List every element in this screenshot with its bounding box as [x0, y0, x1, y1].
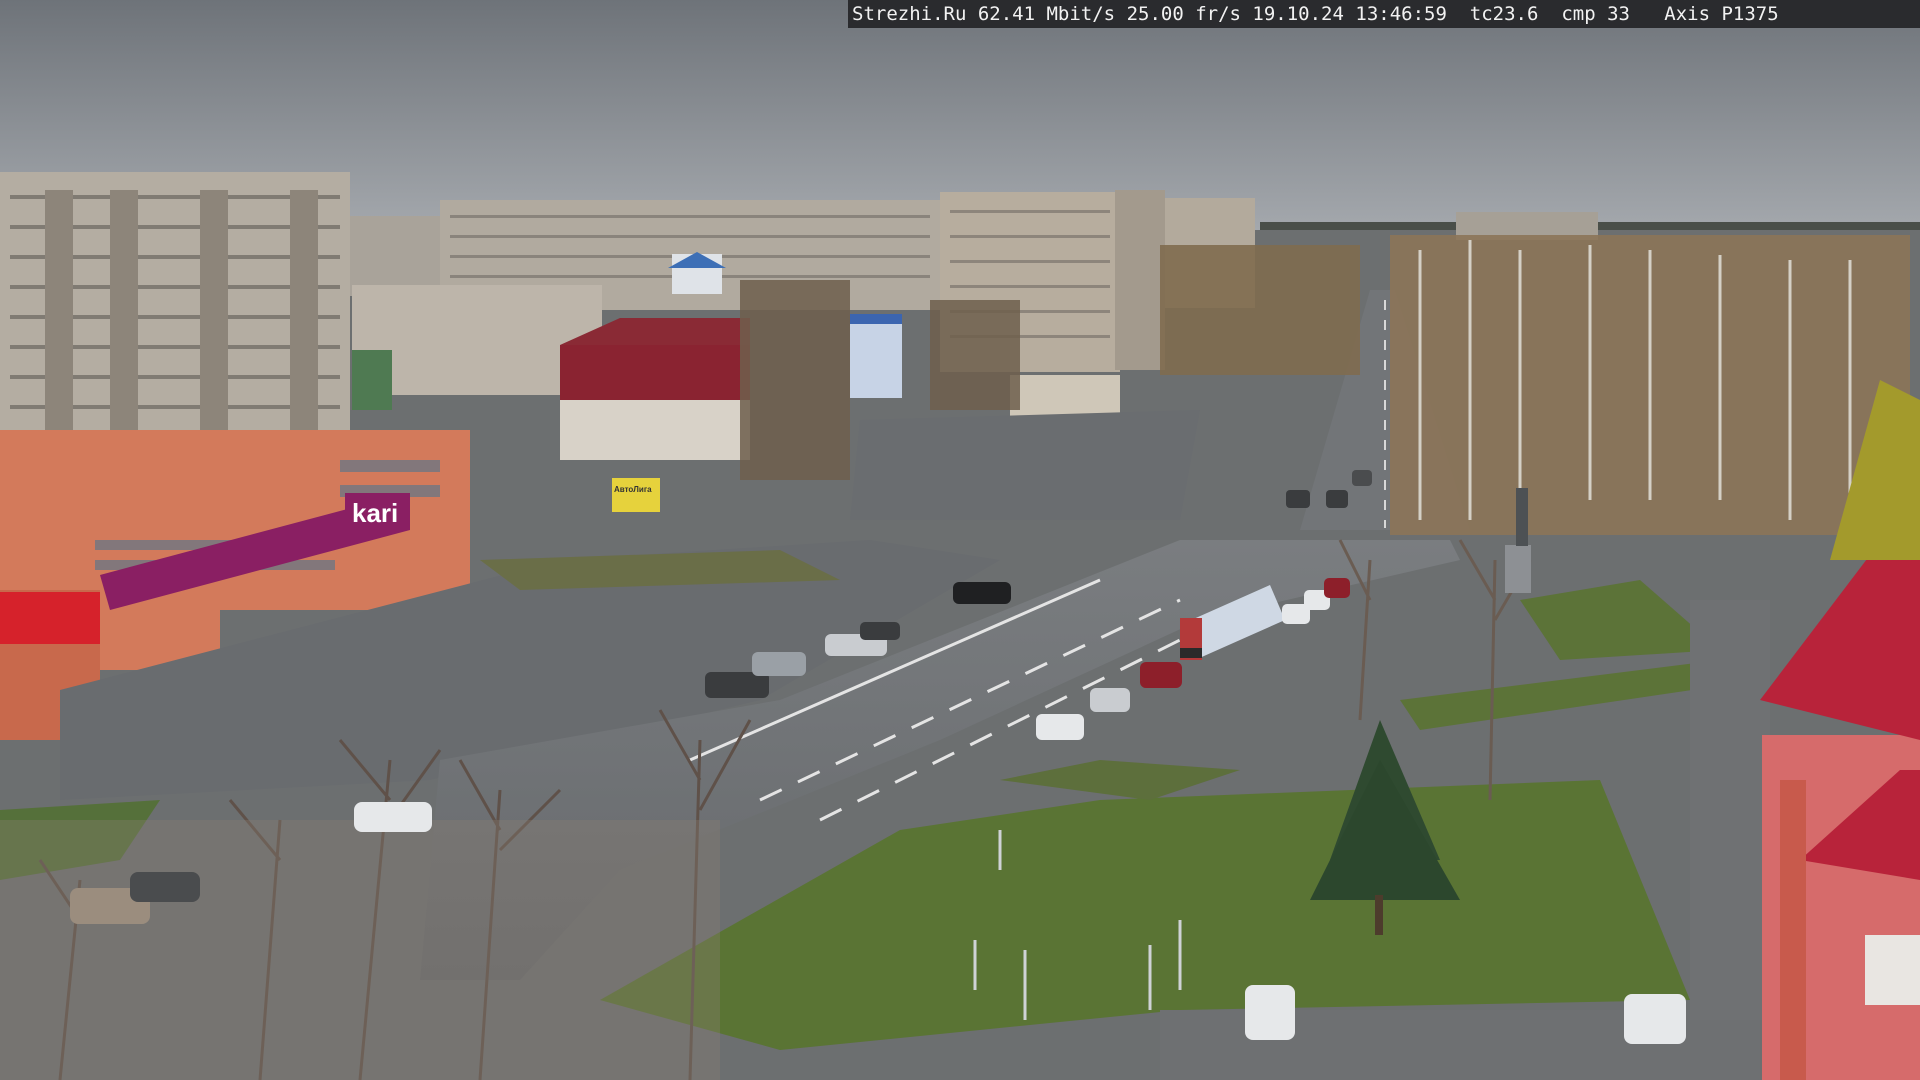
trees-avenue-left — [1160, 245, 1360, 375]
osd-tc: tc23.6 — [1469, 3, 1539, 25]
sidewalk-right — [1690, 600, 1770, 1020]
car — [1324, 578, 1350, 598]
osd-camera: Axis P1375 — [1664, 3, 1779, 25]
blue-tower-roof — [850, 314, 902, 324]
osd-cmp: cmp 33 — [1561, 3, 1630, 25]
billboard-text: АвтоЛига — [614, 485, 652, 494]
osd-time: 13:46:59 — [1355, 3, 1447, 25]
green-roof-house — [352, 350, 392, 410]
car — [1036, 714, 1084, 740]
car — [752, 652, 806, 676]
bare-tree-haze — [0, 820, 720, 1080]
car — [953, 582, 1011, 604]
car — [860, 622, 900, 640]
car — [354, 802, 432, 832]
car — [1326, 490, 1348, 508]
billboard — [612, 478, 660, 512]
car — [1624, 994, 1686, 1044]
osd-framerate: 25.00 fr/s — [1126, 3, 1241, 25]
car — [1140, 662, 1182, 688]
kari-store-sign: kari — [352, 498, 398, 528]
spruce-trunk — [1375, 895, 1383, 935]
osd-site: Strezhi.Ru — [852, 3, 967, 25]
blue-tower — [850, 318, 902, 398]
car — [1286, 490, 1310, 508]
monument-statue — [1516, 488, 1528, 546]
osd-bitrate: 62.41 Mbit/s — [977, 3, 1116, 25]
monument-pedestal — [1505, 545, 1531, 593]
central-plaza — [850, 410, 1200, 520]
car — [130, 872, 200, 902]
camera-osd-bar: Strezhi.Ru 62.41 Mbit/s 25.00 fr/s 19.10… — [848, 0, 1920, 28]
car — [1090, 688, 1130, 712]
car — [1352, 470, 1372, 486]
car — [1245, 985, 1295, 1040]
webcam-scene: kari АвтоЛига — [0, 0, 1920, 1080]
osd-date: 19.10.24 — [1252, 3, 1344, 25]
